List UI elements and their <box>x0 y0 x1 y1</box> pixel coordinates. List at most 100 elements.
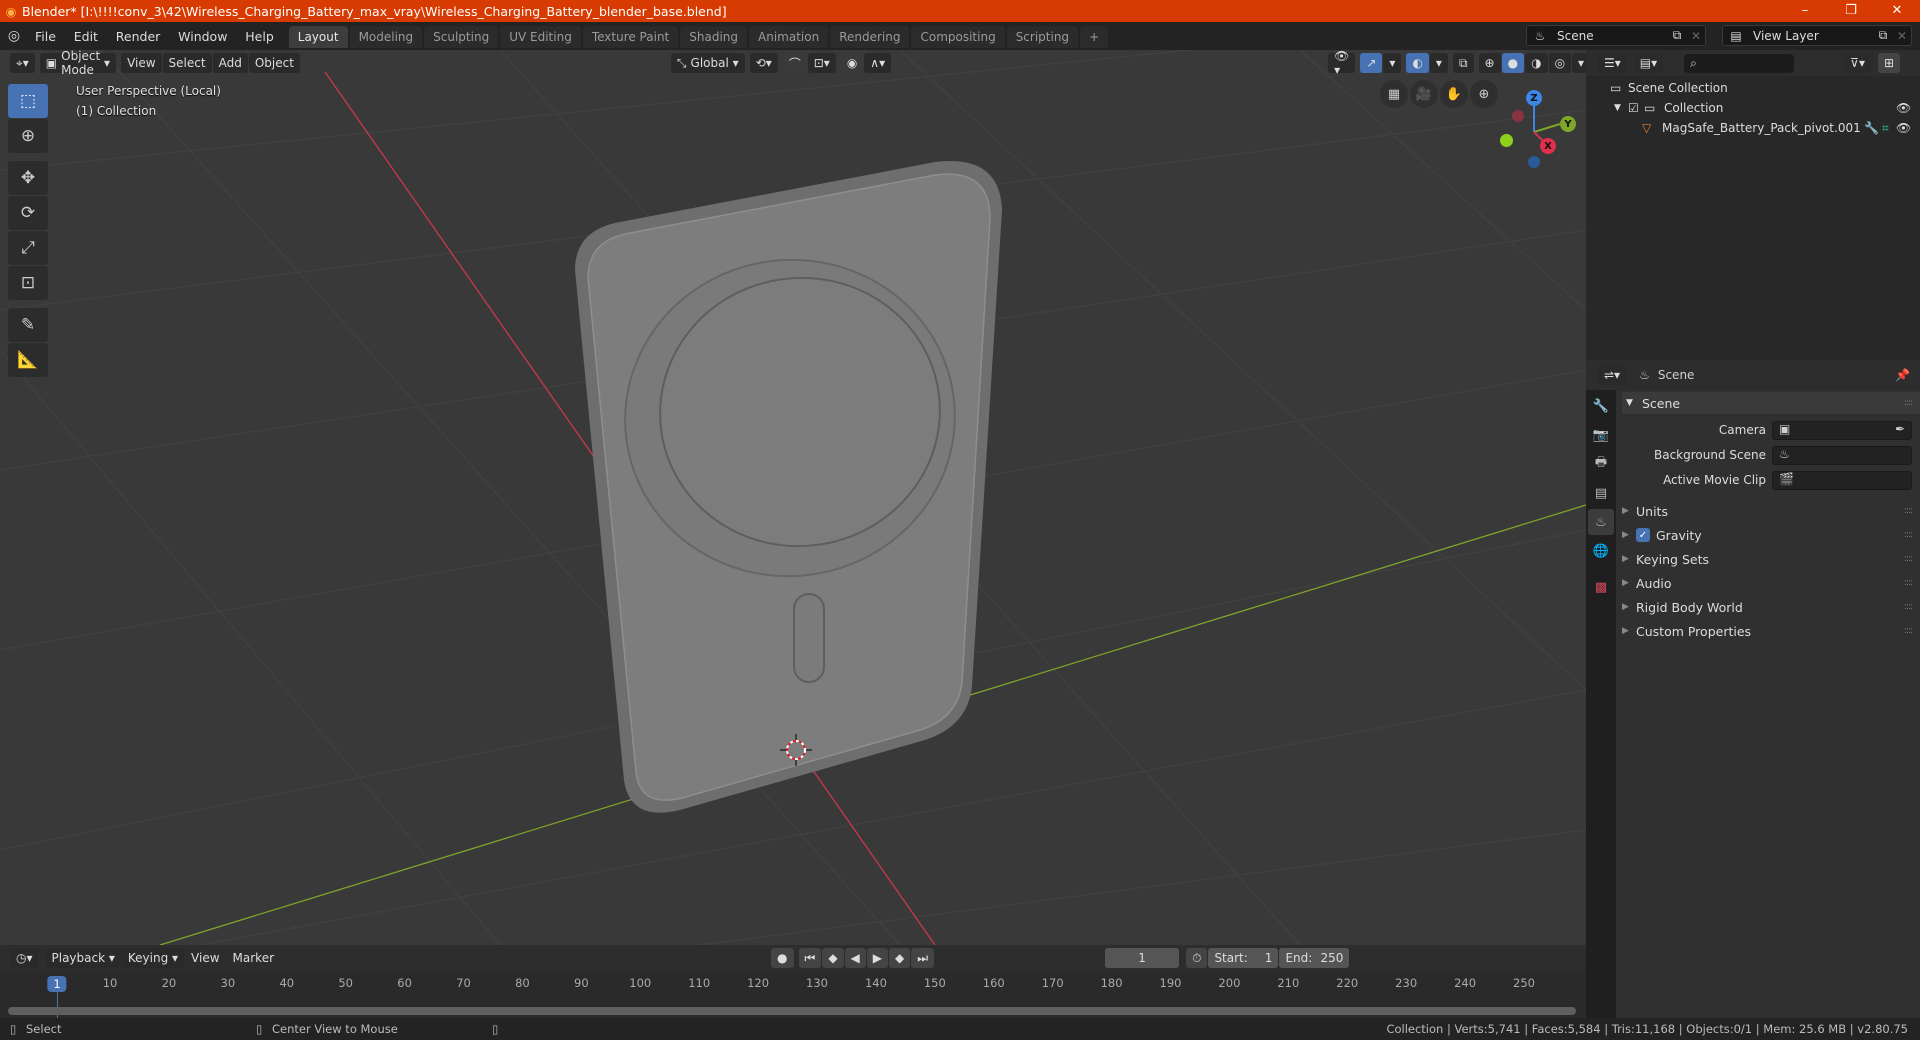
gravity-checkbox[interactable]: ✓ <box>1636 528 1650 542</box>
tab-compositing[interactable]: Compositing <box>911 26 1005 48</box>
camera-view-button[interactable]: 🎥 <box>1410 80 1438 108</box>
eyedropper-icon[interactable]: ✒ <box>1895 422 1905 436</box>
filter-button[interactable]: ⊽▾ <box>1844 53 1871 73</box>
view-layer-name[interactable]: View Layer <box>1749 29 1873 43</box>
add-menu[interactable]: Add <box>212 53 248 73</box>
3d-viewport[interactable]: ⌖▾ ▣ Object Mode ▾ View Select Add Object… <box>0 50 1586 945</box>
toggle-ortho-button[interactable]: ▦ <box>1380 80 1408 108</box>
add-workspace-button[interactable]: + <box>1080 26 1109 48</box>
snap-toggle[interactable]: ⌒ <box>782 53 807 73</box>
properties-editor-type[interactable]: ⇌▾ <box>1598 365 1627 385</box>
proportional-falloff-button[interactable]: ∧▾ <box>864 53 892 73</box>
neg-y-axis-button[interactable] <box>1500 134 1513 147</box>
current-frame-marker[interactable]: 1 <box>47 976 67 992</box>
drag-handle-icon[interactable]: :::: <box>1904 398 1913 408</box>
x-axis-button[interactable]: X <box>1540 138 1556 154</box>
collection-row[interactable]: ▼ ☑ ▭ Collection 👁 <box>1586 98 1920 118</box>
menu-help[interactable]: Help <box>238 29 281 44</box>
tab-layout[interactable]: Layout <box>288 26 348 48</box>
select-menu[interactable]: Select <box>162 53 212 73</box>
tab-world[interactable]: 🌐 <box>1588 538 1614 564</box>
menu-edit[interactable]: Edit <box>67 29 105 44</box>
new-view-layer-icon[interactable]: ⧉ <box>1873 28 1893 43</box>
tab-animation[interactable]: Animation <box>749 26 829 48</box>
scene-panel-header[interactable]: ▼ Scene :::: <box>1622 392 1920 414</box>
gizmo-toggle[interactable]: ↗ <box>1360 53 1383 73</box>
tab-tool[interactable]: 🔧 <box>1588 393 1614 419</box>
drag-handle-icon[interactable]: :::: <box>1904 578 1913 588</box>
vertex-group-icon[interactable]: ⌗ <box>1882 121 1896 136</box>
cursor-tool[interactable]: ⊕ <box>8 119 48 153</box>
transform-tool[interactable]: ⊡ <box>8 266 48 300</box>
transform-orientation-selector[interactable]: ⤡ Global ▾ <box>670 53 745 73</box>
select-box-tool[interactable]: ⬚ <box>8 84 48 118</box>
neg-x-axis-button[interactable] <box>1512 110 1524 122</box>
scene-collection-row[interactable]: ▭ Scene Collection <box>1586 78 1920 98</box>
tab-sculpting[interactable]: Sculpting <box>424 26 499 48</box>
material-shading[interactable]: ◑ <box>1525 53 1548 73</box>
visibility-selector[interactable]: 👁▾ <box>1328 50 1356 77</box>
new-collection-button[interactable]: ⊞ <box>1877 53 1901 73</box>
proportional-edit-toggle[interactable]: ◉ <box>840 53 864 73</box>
wireframe-shading[interactable]: ⊕ <box>1478 53 1501 73</box>
units-panel[interactable]: ▶ Units:::: <box>1622 500 1920 522</box>
gizmo-dropdown[interactable]: ▾ <box>1383 53 1402 73</box>
tab-scripting[interactable]: Scripting <box>1006 26 1079 48</box>
camera-field[interactable]: ▣ ✒ <box>1772 421 1912 440</box>
outliner-editor-type[interactable]: ☰▾ <box>1598 53 1627 73</box>
tab-texture-paint[interactable]: Texture Paint <box>582 26 679 48</box>
annotate-tool[interactable]: ✎ <box>8 308 48 342</box>
drag-handle-icon[interactable]: :::: <box>1904 602 1913 612</box>
pin-icon[interactable]: 📌 <box>1895 368 1910 382</box>
timeline-scrollbar[interactable] <box>8 1007 1576 1015</box>
rigid-body-world-panel[interactable]: ▶ Rigid Body World:::: <box>1622 596 1920 618</box>
xray-toggle[interactable]: ⧉ <box>1452 53 1474 73</box>
menu-render[interactable]: Render <box>109 29 168 44</box>
navigation-gizmo[interactable]: Z Y X <box>1500 88 1580 168</box>
outliner-search[interactable]: ⌕ <box>1684 53 1795 73</box>
solid-shading[interactable]: ● <box>1501 53 1525 73</box>
editor-type-button[interactable]: ⌖▾ <box>10 53 35 73</box>
scale-tool[interactable]: ⤢ <box>8 231 48 265</box>
audio-panel[interactable]: ▶ Audio:::: <box>1622 572 1920 594</box>
pan-view-button[interactable]: ✋ <box>1440 80 1468 108</box>
object-row[interactable]: ▽ MagSafe_Battery_Pack_pivot.001 🔧 ⌗ 👁 <box>1586 118 1920 138</box>
tab-scene[interactable]: ♨ <box>1588 509 1614 535</box>
custom-properties-panel[interactable]: ▶ Custom Properties:::: <box>1622 620 1920 642</box>
remove-scene-icon[interactable]: ✕ <box>1687 29 1705 43</box>
drag-handle-icon[interactable]: :::: <box>1904 506 1913 516</box>
drag-handle-icon[interactable]: :::: <box>1904 530 1913 540</box>
y-axis-button[interactable]: Y <box>1560 116 1576 132</box>
z-axis-button[interactable]: Z <box>1526 90 1542 106</box>
pivot-point-button[interactable]: ⟲▾ <box>749 53 778 73</box>
scene-selector[interactable]: ♨ Scene ⧉ ✕ <box>1526 25 1706 46</box>
drag-handle-icon[interactable]: :::: <box>1904 554 1913 564</box>
remove-view-layer-icon[interactable]: ✕ <box>1893 29 1911 43</box>
exclude-checkbox[interactable]: ☑ <box>1628 101 1644 115</box>
move-tool[interactable]: ✥ <box>8 161 48 195</box>
gravity-panel[interactable]: ▶ ✓ Gravity:::: <box>1622 524 1920 546</box>
measure-tool[interactable]: 📐 <box>8 343 48 377</box>
rendered-shading[interactable]: ◎ <box>1548 53 1572 73</box>
object-menu[interactable]: Object <box>248 53 300 73</box>
tab-uv-editing[interactable]: UV Editing <box>500 26 581 48</box>
blender-menu-icon[interactable]: ◎ <box>0 28 28 44</box>
menu-file[interactable]: File <box>28 29 63 44</box>
new-scene-icon[interactable]: ⧉ <box>1667 28 1687 43</box>
drag-handle-icon[interactable]: :::: <box>1904 626 1913 636</box>
view-menu[interactable]: View <box>121 53 162 73</box>
background-scene-field[interactable]: ♨ <box>1772 446 1912 465</box>
visibility-eye-icon[interactable]: 👁 <box>1896 101 1920 115</box>
active-movie-clip-field[interactable]: 🎬 <box>1772 471 1912 490</box>
tab-modeling[interactable]: Modeling <box>349 26 423 48</box>
minimize-button[interactable]: – <box>1782 0 1828 22</box>
view-layer-selector[interactable]: ▤ View Layer ⧉ ✕ <box>1722 25 1912 46</box>
scene-name[interactable]: Scene <box>1553 29 1667 43</box>
rotate-tool[interactable]: ⟳ <box>8 196 48 230</box>
tab-texture[interactable]: ▩ <box>1588 574 1614 600</box>
keying-sets-panel[interactable]: ▶ Keying Sets:::: <box>1622 548 1920 570</box>
overlay-toggle[interactable]: ◐ <box>1406 53 1429 73</box>
expand-arrow-icon[interactable]: ▼ <box>1614 103 1628 113</box>
overlay-dropdown[interactable]: ▾ <box>1429 53 1448 73</box>
tab-shading[interactable]: Shading <box>680 26 747 48</box>
